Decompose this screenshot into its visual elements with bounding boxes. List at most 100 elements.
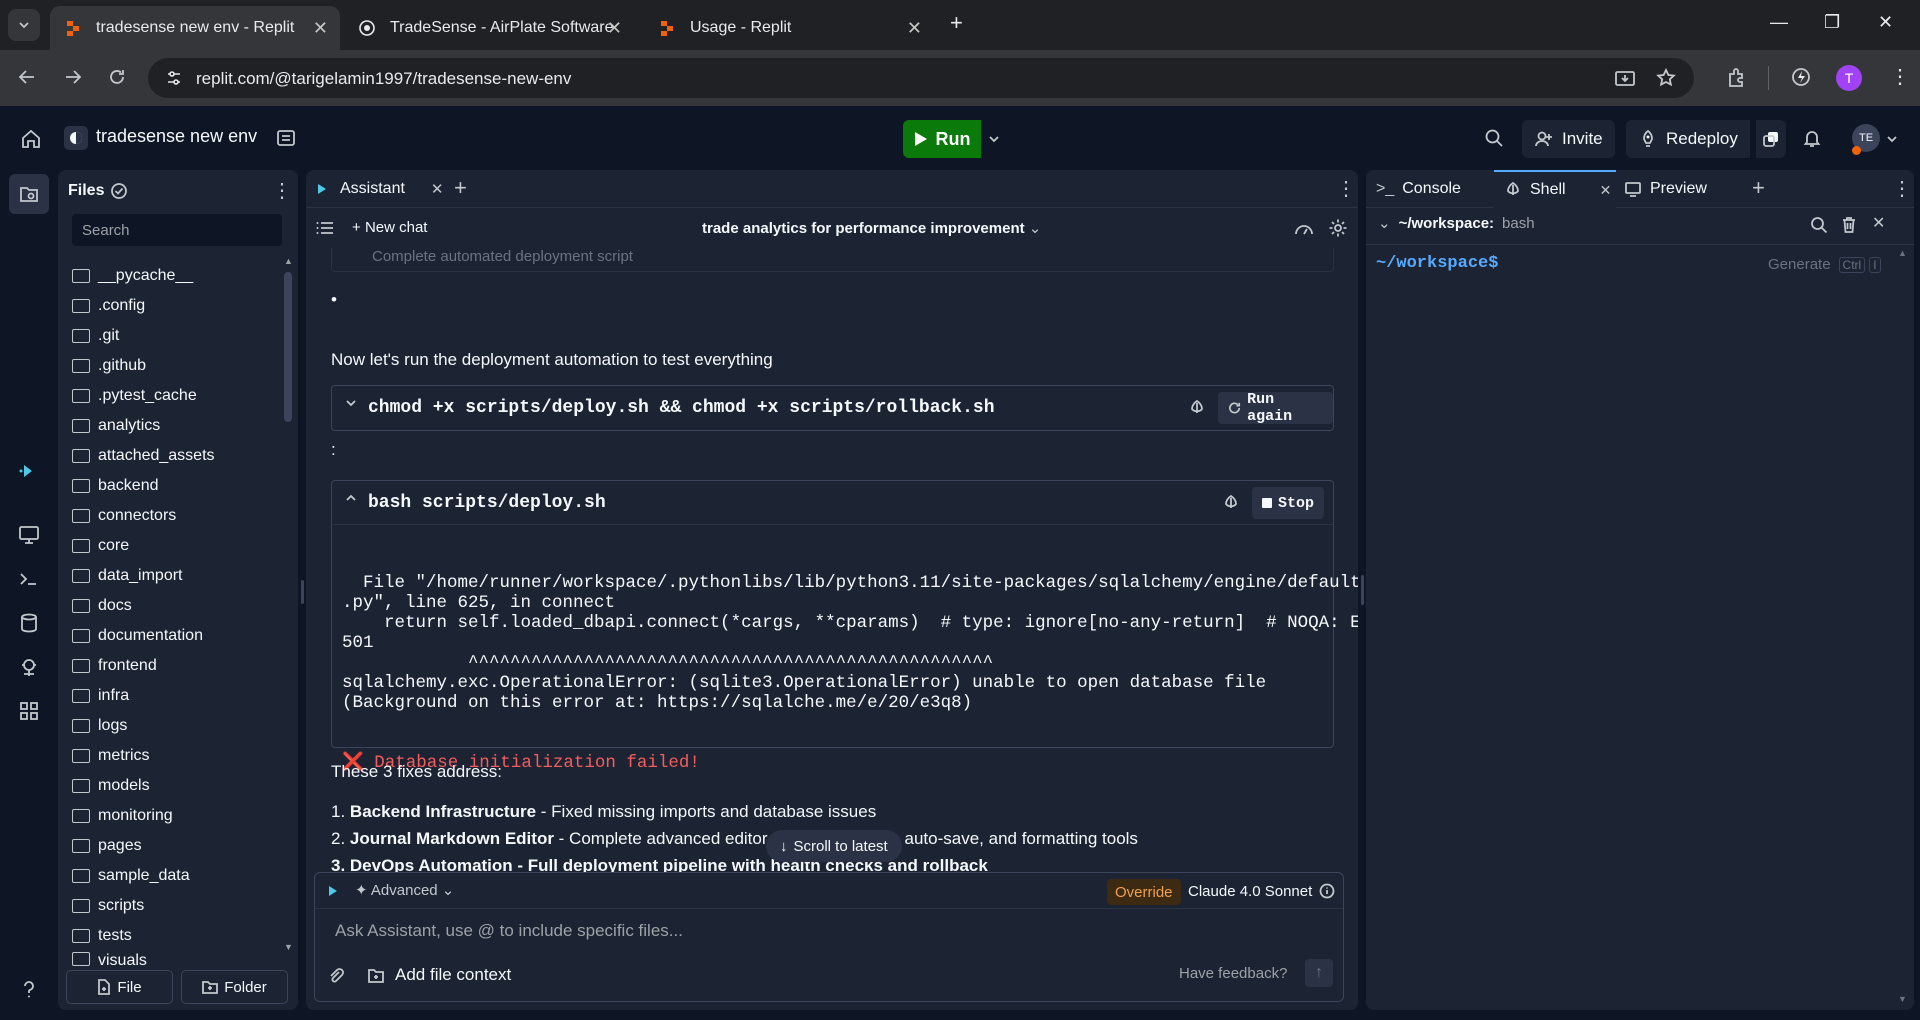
close-icon[interactable]: ✕ xyxy=(607,18,622,39)
tab-shell[interactable]: Shell ✕ xyxy=(1494,170,1616,208)
gear-icon[interactable] xyxy=(1328,218,1348,238)
file-tree-item[interactable]: .pytest_cache xyxy=(72,382,272,410)
new-file-button[interactable]: File xyxy=(66,970,173,1004)
command-header[interactable]: bash scripts/deploy.sh Stop xyxy=(332,481,1333,525)
file-tree-item[interactable]: .git xyxy=(72,322,272,350)
gauge-icon[interactable] xyxy=(1294,219,1314,237)
extensions-icon[interactable] xyxy=(1726,66,1748,88)
file-tree-item[interactable]: core xyxy=(72,532,272,560)
performance-icon[interactable] xyxy=(1790,66,1812,88)
add-tab-button[interactable]: + xyxy=(1752,175,1765,201)
file-tree-item[interactable]: models xyxy=(72,772,272,800)
files-menu-icon[interactable]: ⋮ xyxy=(272,178,292,203)
reload-icon[interactable] xyxy=(106,66,128,88)
files-tool-button[interactable] xyxy=(9,174,49,214)
restore-button[interactable]: ❐ xyxy=(1824,12,1840,33)
kebab-menu-icon[interactable]: ⋮ xyxy=(1890,64,1910,89)
file-tree-item[interactable]: documentation xyxy=(72,622,272,650)
tab-assistant[interactable]: Assistant ✕ xyxy=(314,170,444,208)
info-icon[interactable] xyxy=(1319,883,1335,899)
file-tree-item[interactable]: pages xyxy=(72,832,272,860)
new-chat-button[interactable]: + New chat xyxy=(352,219,427,236)
file-tree-item[interactable]: data_import xyxy=(72,562,272,590)
command-header[interactable]: chmod +x scripts/deploy.sh && chmod +x s… xyxy=(332,386,1333,430)
install-app-icon[interactable] xyxy=(1614,68,1636,90)
new-tab-button[interactable]: + xyxy=(950,10,963,36)
help-question-icon[interactable] xyxy=(18,978,40,1000)
home-icon[interactable] xyxy=(20,128,42,150)
browser-tab-tradesense[interactable]: TradeSense - AirPlate Software ✕ xyxy=(344,6,634,50)
run-options-button[interactable] xyxy=(983,120,1005,158)
invite-button[interactable]: Invite xyxy=(1522,120,1615,158)
project-settings-icon[interactable] xyxy=(276,128,296,148)
agent-bug-icon[interactable] xyxy=(18,656,40,678)
all-tools-grid-icon[interactable] xyxy=(18,700,40,722)
search-icon[interactable] xyxy=(1484,128,1504,148)
panel-resize-handle[interactable] xyxy=(1361,575,1364,605)
chat-input[interactable]: Ask Assistant, use @ to include specific… xyxy=(335,921,683,941)
tab-menu-icon[interactable]: ⋮ xyxy=(1336,176,1356,201)
close-icon[interactable]: ✕ xyxy=(1600,182,1612,199)
model-selector[interactable]: Claude 4.0 Sonnet xyxy=(1188,883,1312,900)
file-tree-item[interactable]: .config xyxy=(72,292,272,320)
search-icon[interactable] xyxy=(1810,216,1828,234)
file-tree-item[interactable]: attached_assets xyxy=(72,442,272,470)
add-file-context-button[interactable]: Add file context xyxy=(367,965,511,985)
address-bar[interactable]: replit.com/@tarigelamin1997/tradesense-n… xyxy=(148,58,1694,98)
tab-menu-icon[interactable]: ⋮ xyxy=(1892,176,1912,201)
stop-button[interactable]: Stop xyxy=(1252,487,1325,519)
scroll-to-latest-button[interactable]: ↓ Scroll to latest xyxy=(766,830,902,862)
file-tree-item[interactable]: .github xyxy=(72,352,272,380)
deploy-options-button[interactable] xyxy=(1756,120,1786,158)
site-info-icon[interactable] xyxy=(164,68,184,88)
run-again-button[interactable]: Run again xyxy=(1218,391,1333,425)
file-tree-item[interactable]: analytics xyxy=(72,412,272,440)
close-icon[interactable]: ✕ xyxy=(907,18,922,39)
forward-arrow-icon[interactable] xyxy=(62,66,84,88)
chevron-down-icon[interactable] xyxy=(1886,133,1898,145)
file-tree-item[interactable]: docs xyxy=(72,592,272,620)
file-tree-item[interactable]: scripts xyxy=(72,892,272,920)
bell-icon[interactable] xyxy=(1802,128,1822,148)
file-tree-item[interactable]: frontend xyxy=(72,652,272,680)
override-badge[interactable]: Override xyxy=(1107,879,1181,905)
tab-preview[interactable]: Preview xyxy=(1624,170,1707,208)
bookmark-star-icon[interactable] xyxy=(1656,68,1676,88)
scrollbar-thumb[interactable] xyxy=(284,272,292,422)
file-tree-item[interactable]: backend xyxy=(72,472,272,500)
shell-terminal[interactable]: ~/workspace$ xyxy=(1376,254,1498,273)
browser-tab-replit[interactable]: tradesense new env - Replit ✕ xyxy=(50,6,340,50)
assistant-icon[interactable] xyxy=(18,460,40,482)
file-tree-item[interactable]: logs xyxy=(72,712,272,740)
scroll-down-arrow[interactable]: ▼ xyxy=(1898,994,1907,1004)
advanced-dropdown[interactable]: ✦ Advanced ⌄ xyxy=(355,881,454,899)
tab-console[interactable]: >_ Console xyxy=(1376,170,1461,208)
close-icon[interactable]: ✕ xyxy=(1872,213,1885,233)
add-tab-button[interactable]: + xyxy=(454,175,467,201)
generate-hint[interactable]: Generate Ctrl I xyxy=(1768,256,1881,273)
tab-search-button[interactable] xyxy=(8,9,40,41)
preview-monitor-icon[interactable] xyxy=(18,524,40,546)
file-tree-item[interactable]: metrics xyxy=(72,742,272,770)
feedback-link[interactable]: Have feedback? xyxy=(1179,965,1287,982)
project-name[interactable]: tradesense new env xyxy=(96,126,257,147)
chat-title[interactable]: trade analytics for performance improvem… xyxy=(702,219,1041,237)
file-tree-item[interactable]: connectors xyxy=(72,502,272,530)
file-tree-item[interactable]: tests xyxy=(72,922,272,950)
paperclip-icon[interactable] xyxy=(327,967,345,985)
panel-resize-handle[interactable] xyxy=(301,580,304,604)
file-tree-item[interactable]: monitoring xyxy=(72,802,272,830)
trash-icon[interactable] xyxy=(1840,216,1858,234)
files-search-input[interactable]: Search xyxy=(72,214,282,246)
new-folder-button[interactable]: Folder xyxy=(181,970,288,1004)
close-icon[interactable]: ✕ xyxy=(431,180,444,198)
file-tree-item[interactable]: infra xyxy=(72,682,272,710)
scroll-up-arrow[interactable]: ▲ xyxy=(1898,248,1907,258)
file-tree-item[interactable]: visuals xyxy=(72,952,272,966)
chat-messages[interactable]: Complete automated deployment script • N… xyxy=(306,248,1358,888)
database-icon[interactable] xyxy=(18,612,40,634)
redeploy-button[interactable]: Redeploy xyxy=(1626,120,1750,158)
back-arrow-icon[interactable] xyxy=(16,66,38,88)
file-tree-item[interactable]: sample_data xyxy=(72,862,272,890)
file-tree-item[interactable]: __pycache__ xyxy=(72,262,272,290)
